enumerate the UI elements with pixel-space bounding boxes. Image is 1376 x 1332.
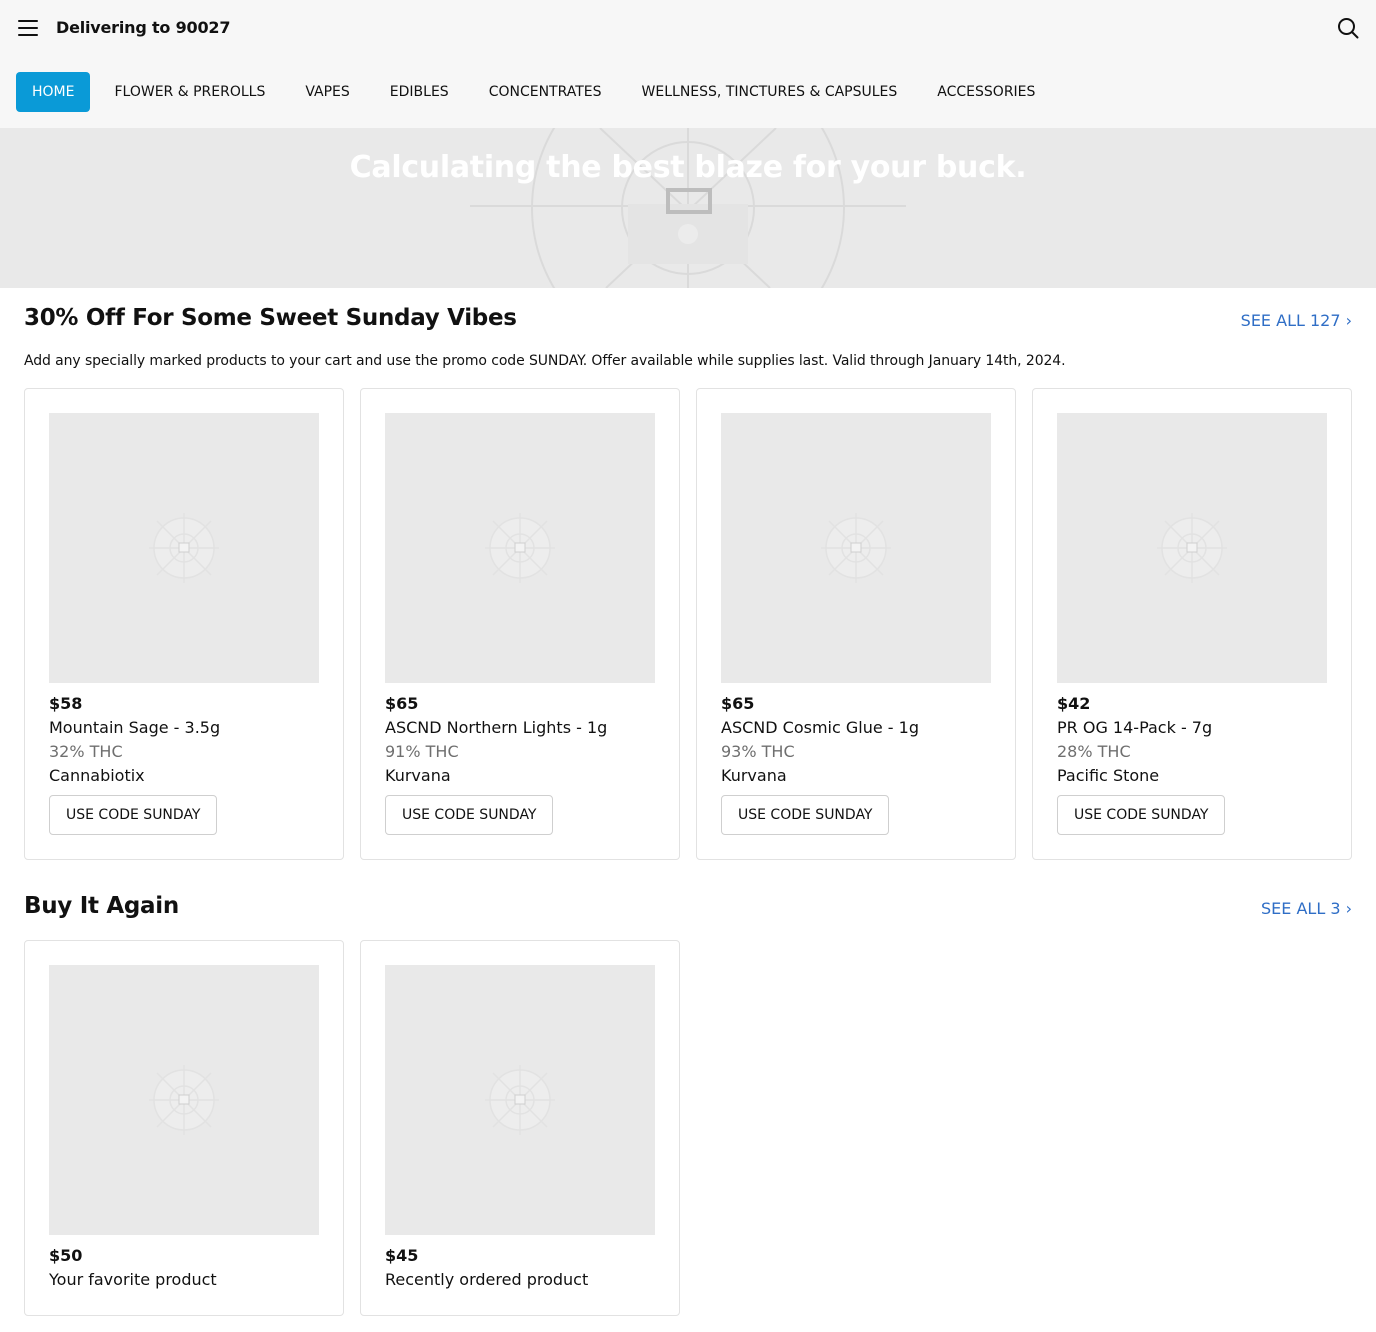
product-price: $42 [1057, 694, 1091, 713]
buy-again-section-title: Buy It Again [24, 893, 179, 919]
product-name: ASCND Northern Lights - 1g [385, 718, 608, 737]
product-image [385, 965, 655, 1235]
product-thc: 28% THC [1057, 742, 1131, 761]
image-placeholder-icon [485, 1065, 555, 1135]
hamburger-menu-icon[interactable] [18, 20, 38, 36]
tab-home[interactable]: HOME [16, 72, 91, 112]
product-name: Mountain Sage - 3.5g [49, 718, 221, 737]
tab-concentrates[interactable]: CONCENTRATES [473, 72, 618, 112]
product-card[interactable]: $65 ASCND Northern Lights - 1g 91% THC K… [360, 388, 680, 860]
product-card[interactable]: $50 Your favorite product [24, 940, 344, 1316]
product-price: $65 [385, 694, 419, 713]
product-image [1057, 413, 1327, 683]
image-placeholder-icon [149, 513, 219, 583]
product-price: $50 [49, 1246, 83, 1265]
product-card[interactable]: $45 Recently ordered product [360, 940, 680, 1316]
use-code-button[interactable]: USE CODE SUNDAY [721, 795, 890, 835]
product-name: Recently ordered product [385, 1270, 589, 1289]
promo-section-title: 30% Off For Some Sweet Sunday Vibes [24, 305, 517, 331]
tab-edibles[interactable]: EDIBLES [374, 72, 465, 112]
product-card[interactable]: $58 Mountain Sage - 3.5g 32% THC Cannabi… [24, 388, 344, 860]
category-nav: HOME FLOWER & PREROLLS VAPES EDIBLES CON… [0, 56, 1376, 128]
product-price: $45 [385, 1246, 419, 1265]
see-all-buy-again-link[interactable]: SEE ALL 3 › [1261, 899, 1352, 918]
tab-vapes[interactable]: VAPES [289, 72, 365, 112]
promo-description: Add any specially marked products to you… [24, 353, 1066, 369]
hero-title: Calculating the best blaze for your buck… [349, 150, 1027, 185]
tab-flower-prerolls[interactable]: FLOWER & PREROLLS [98, 72, 281, 112]
see-all-promo-link[interactable]: SEE ALL 127 › [1241, 311, 1352, 330]
product-card[interactable]: $42 PR OG 14-Pack - 7g 28% THC Pacific S… [1032, 388, 1352, 860]
product-image [49, 965, 319, 1235]
delivery-location[interactable]: Delivering to 90027 [56, 18, 230, 37]
product-brand: Kurvana [721, 766, 787, 785]
use-code-button[interactable]: USE CODE SUNDAY [385, 795, 554, 835]
product-card[interactable]: $65 ASCND Cosmic Glue - 1g 93% THC Kurva… [696, 388, 1016, 860]
product-price: $65 [721, 694, 755, 713]
product-thc: 32% THC [49, 742, 123, 761]
image-placeholder-icon [1157, 513, 1227, 583]
product-name: Your favorite product [49, 1270, 217, 1289]
product-price: $58 [49, 694, 83, 713]
product-name: ASCND Cosmic Glue - 1g [721, 718, 919, 737]
image-placeholder-icon [821, 513, 891, 583]
image-placeholder-icon [485, 513, 555, 583]
product-brand: Pacific Stone [1057, 766, 1160, 785]
product-image [385, 413, 655, 683]
product-name: PR OG 14-Pack - 7g [1057, 718, 1213, 737]
product-image [49, 413, 319, 683]
search-icon[interactable] [1337, 17, 1359, 39]
product-brand: Cannabiotix [49, 766, 145, 785]
image-placeholder-icon [149, 1065, 219, 1135]
product-thc: 93% THC [721, 742, 795, 761]
use-code-button[interactable]: USE CODE SUNDAY [1057, 795, 1226, 835]
top-bar: Delivering to 90027 [0, 0, 1376, 56]
product-thc: 91% THC [385, 742, 459, 761]
hero-banner[interactable]: Calculating the best blaze for your buck… [0, 128, 1376, 288]
tab-wellness[interactable]: WELLNESS, TINCTURES & CAPSULES [626, 72, 914, 112]
product-brand: Kurvana [385, 766, 451, 785]
use-code-button[interactable]: USE CODE SUNDAY [49, 795, 218, 835]
product-image [721, 413, 991, 683]
tab-accessories[interactable]: ACCESSORIES [921, 72, 1051, 112]
